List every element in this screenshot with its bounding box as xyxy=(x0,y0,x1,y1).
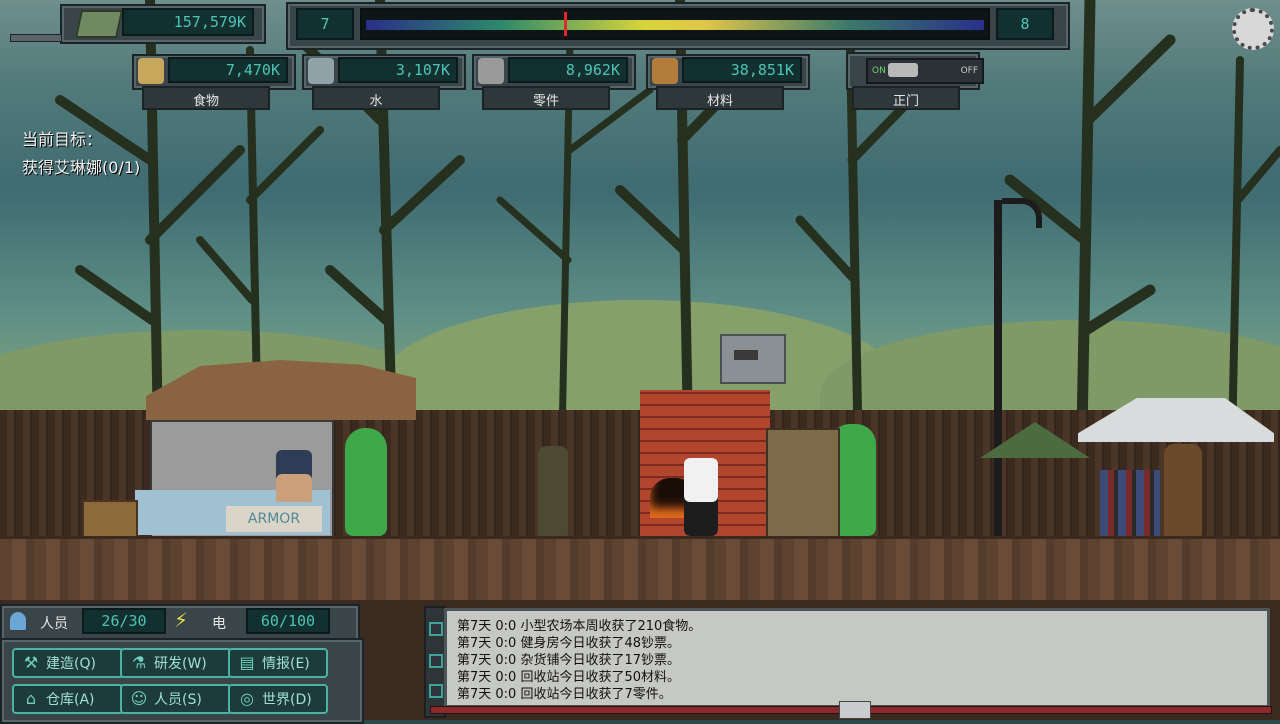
gate-label: 正门 xyxy=(892,94,919,109)
crate-icon xyxy=(652,58,678,84)
gate-toggle[interactable]: ON OFF xyxy=(866,58,984,84)
street-lamp xyxy=(994,200,1002,536)
ground xyxy=(0,536,1280,609)
research-flask-icon: ⚗ xyxy=(131,653,147,672)
people-icon: ☺ xyxy=(130,689,148,708)
goal-text: 获得艾琳娜(0/1) xyxy=(22,158,141,177)
menu-button-label: 研发(W) xyxy=(154,656,207,672)
gate-switch xyxy=(888,63,918,77)
log-filter-toggle[interactable] xyxy=(429,684,443,698)
weapon-rack xyxy=(766,428,840,538)
day-marker xyxy=(563,12,567,36)
people-value: 26/30 xyxy=(82,608,166,634)
menu-button-3[interactable]: ⌂ 仓库(A) xyxy=(12,684,124,714)
clothing-rack xyxy=(1100,470,1160,536)
money-display: 157,579K xyxy=(122,8,254,36)
log-line: 第7天 0:0 回收站今日收获了7零件。 xyxy=(457,687,672,702)
menu-button-5[interactable]: ◎ 世界(D) xyxy=(228,684,328,714)
resource-label-materials: 材料 xyxy=(706,94,733,109)
day-gradient xyxy=(366,20,984,30)
bread-icon xyxy=(138,58,164,84)
menu-button-1[interactable]: ⚗ 研发(W) xyxy=(120,648,232,678)
money-icon xyxy=(75,10,123,38)
warehouse-icon: ⌂ xyxy=(25,689,37,708)
build-icon: ⚒ xyxy=(23,653,39,672)
day-progress-bar xyxy=(360,8,990,40)
armor-sign: ARMOR xyxy=(226,506,322,532)
resource-label-food: 食物 xyxy=(192,94,219,109)
resource-value-water: 3,107K xyxy=(338,57,458,83)
gun-icon xyxy=(734,350,758,360)
menu-button-label: 世界(D) xyxy=(262,692,312,708)
soldier-character xyxy=(538,446,568,536)
person-icon xyxy=(10,612,26,630)
shop-keeper xyxy=(276,450,312,502)
menu-button-label: 人员(S) xyxy=(154,692,202,708)
message-log: 第7天 0:0 小型农场本周收获了210食物。 第7天 0:0 健身房今日收获了4… xyxy=(444,608,1270,708)
log-side-rail xyxy=(424,606,446,718)
hud-pipe xyxy=(10,34,62,42)
globe-icon: ◎ xyxy=(240,689,254,708)
resource-panel-water: 3,107K xyxy=(302,54,466,90)
resource-panel-parts: 8,962K xyxy=(472,54,636,90)
document-icon: ▤ xyxy=(239,653,255,672)
crate xyxy=(82,500,138,540)
resource-value-materials: 38,851K xyxy=(682,57,802,83)
resource-label-parts: 零件 xyxy=(532,94,559,109)
resource-value-parts: 8,962K xyxy=(508,57,628,83)
menu-button-4[interactable]: ☺ 人员(S) xyxy=(120,684,232,714)
goal-title: 当前目标： xyxy=(22,130,103,149)
resource-value-food: 7,470K xyxy=(168,57,288,83)
gunsmith-character xyxy=(684,458,718,536)
green-dinosaur-mascot xyxy=(345,428,387,536)
menu-button-label: 建造(Q) xyxy=(46,656,96,672)
power-value: 60/100 xyxy=(246,608,330,634)
menu-button-label: 情报(E) xyxy=(262,656,310,672)
log-scrollbar[interactable] xyxy=(430,701,1272,719)
settings-gear-icon[interactable] xyxy=(1232,8,1274,50)
menu-button-2[interactable]: ▤ 情报(E) xyxy=(228,648,328,678)
resource-panel-materials: 38,851K xyxy=(646,54,810,90)
resource-panel-food: 7,470K xyxy=(132,54,296,90)
lightning-icon: ⚡ xyxy=(174,608,189,632)
menu-button-0[interactable]: ⚒ 建造(Q) xyxy=(12,648,124,678)
day-current: 7 xyxy=(296,8,354,40)
water-bottle-icon xyxy=(308,58,334,84)
log-filter-toggle[interactable] xyxy=(429,654,443,668)
gate-off-label: OFF xyxy=(960,66,978,76)
people-label: 人员 xyxy=(40,616,68,632)
resource-label-water: 水 xyxy=(369,94,383,109)
log-filter-toggle[interactable] xyxy=(429,622,443,636)
log-scroll-thumb[interactable] xyxy=(839,701,871,719)
merchant-character xyxy=(1164,444,1202,536)
gate-on-label: ON xyxy=(872,66,886,76)
power-label: 电 xyxy=(212,616,226,632)
day-next: 8 xyxy=(996,8,1054,40)
gear-icon xyxy=(478,58,504,84)
menu-button-label: 仓库(A) xyxy=(46,692,95,708)
